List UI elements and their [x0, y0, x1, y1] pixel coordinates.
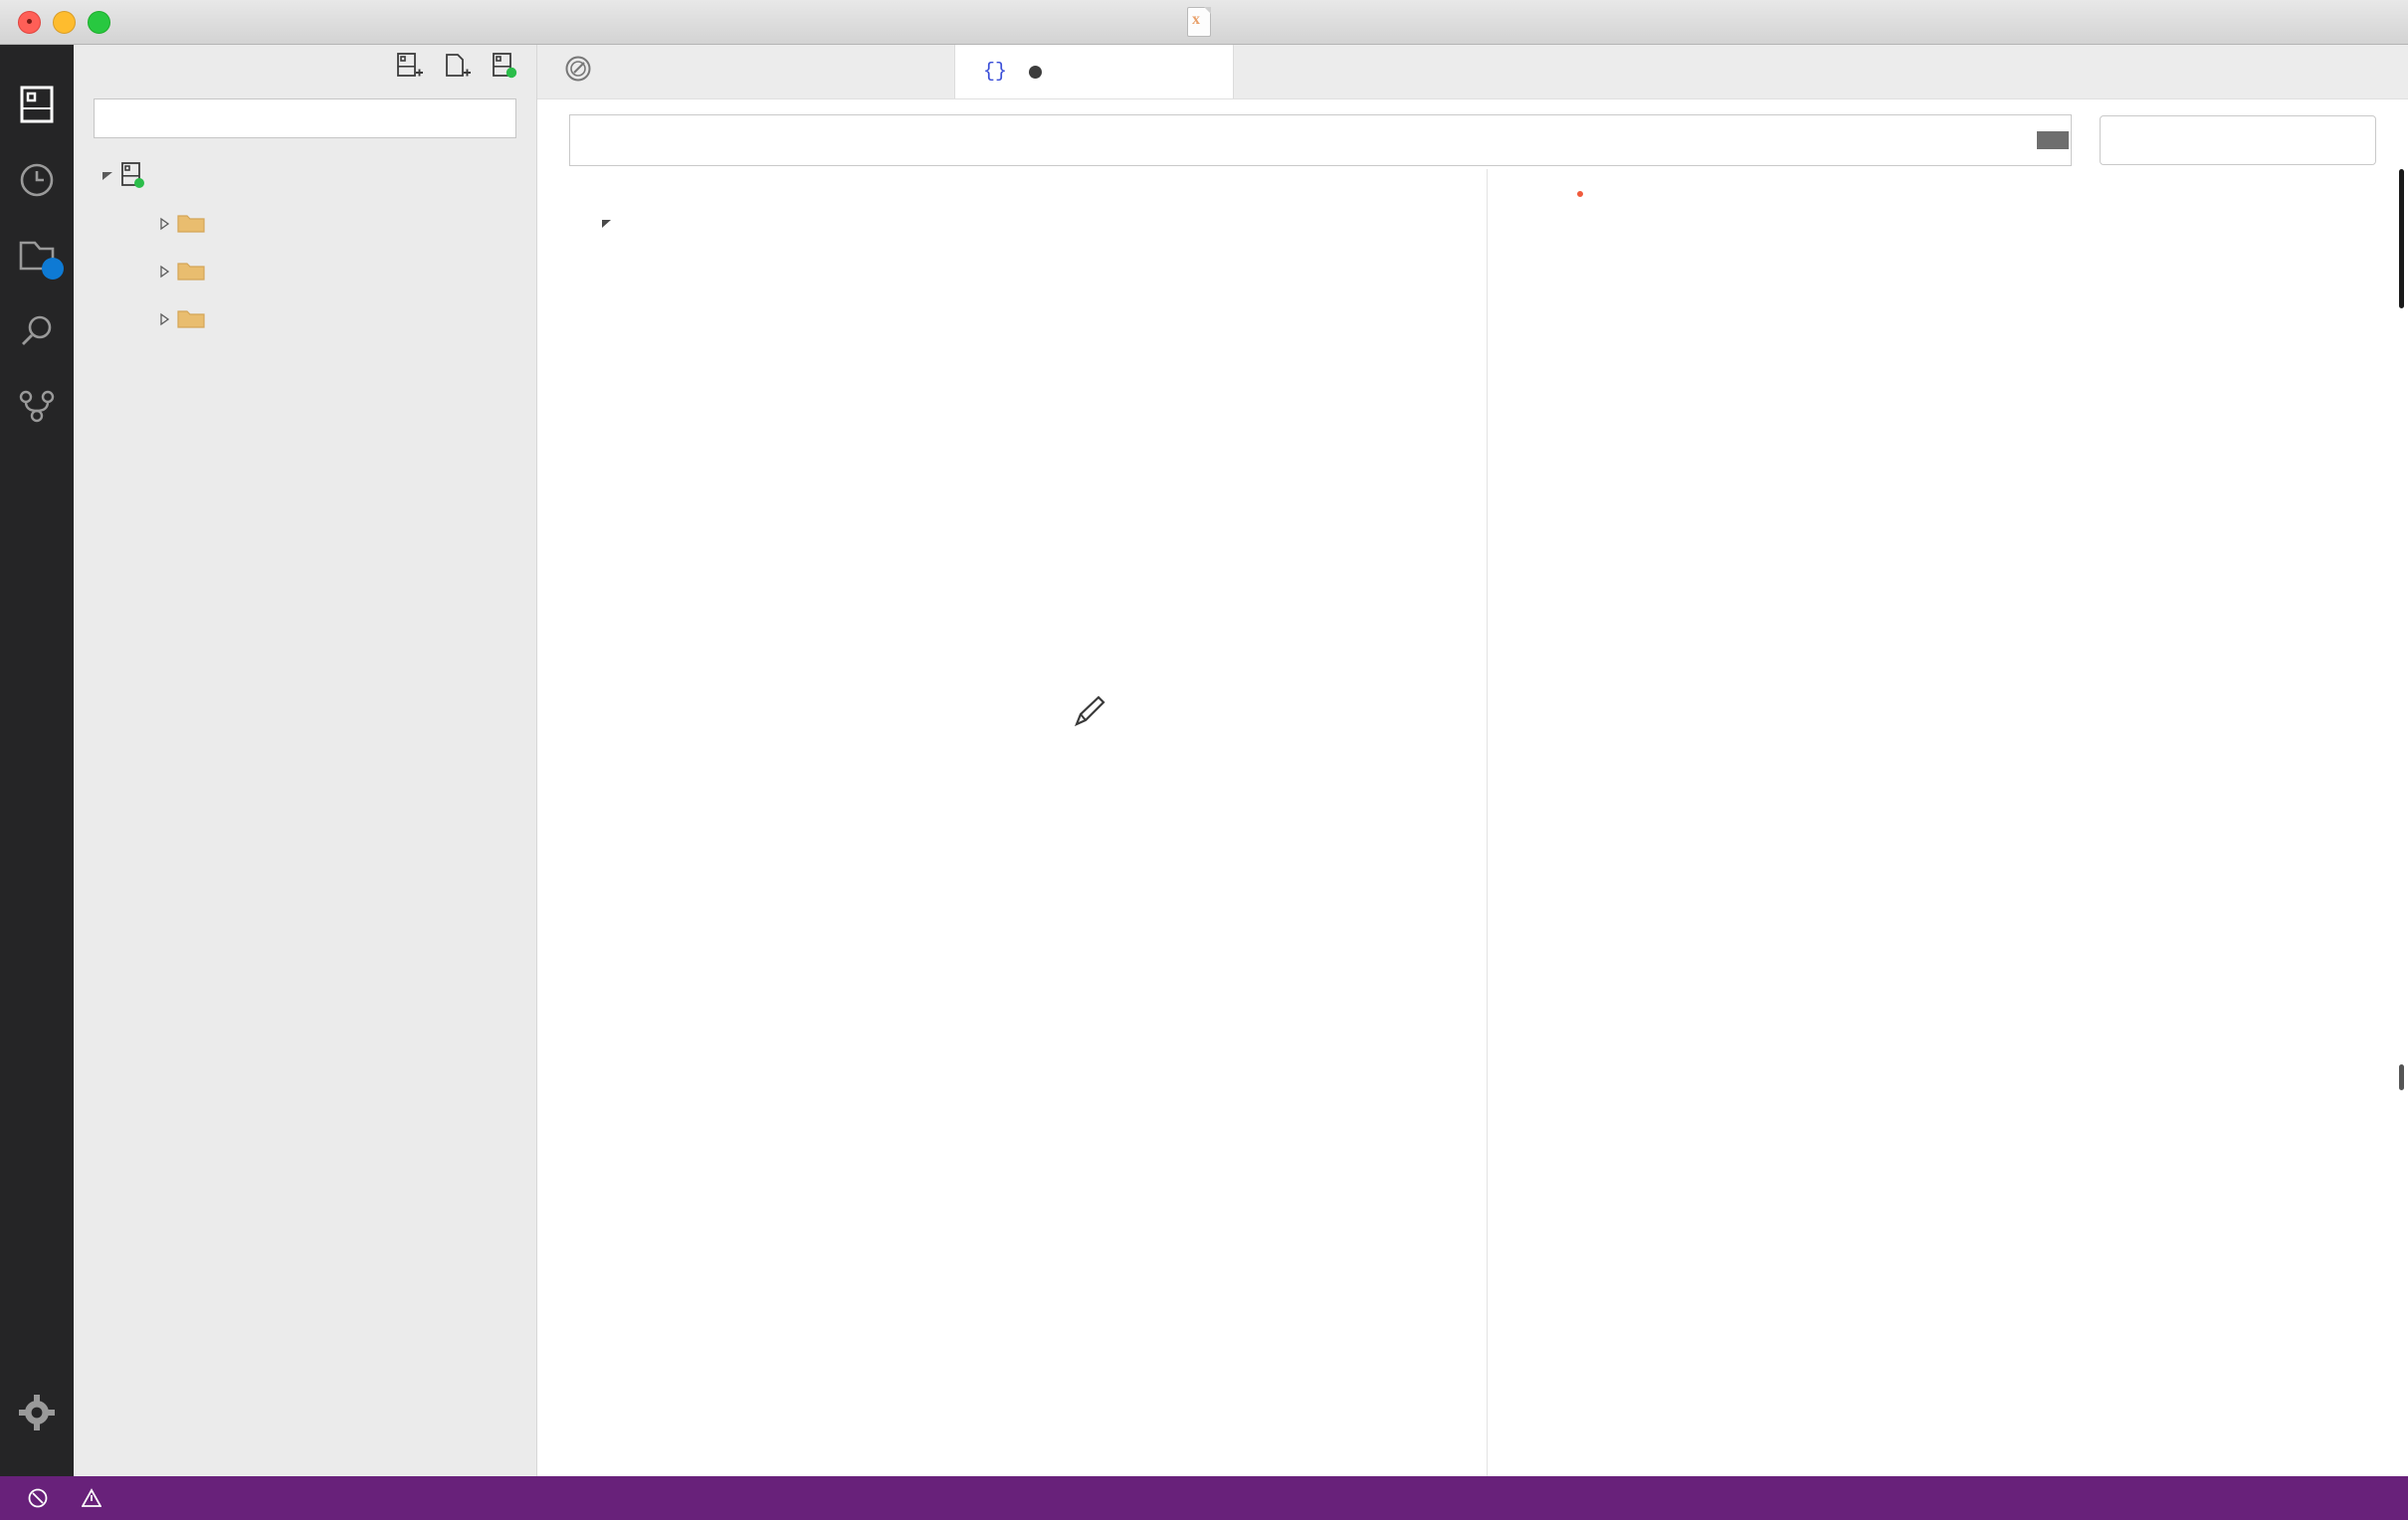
status-errors[interactable]	[20, 1488, 64, 1508]
add-connection-icon[interactable]	[397, 52, 423, 86]
warning-triangle-icon	[82, 1488, 101, 1507]
settings-matched-badge	[2037, 131, 2069, 149]
activity-item-servers[interactable]	[0, 67, 74, 142]
folder-icon	[177, 213, 211, 235]
new-query-icon[interactable]	[493, 52, 518, 86]
activity-bar	[0, 45, 74, 1476]
json-file-icon	[1187, 7, 1211, 37]
sidebar	[74, 45, 537, 1476]
editor-actions-more-icon[interactable]	[2352, 45, 2408, 98]
activity-item-search[interactable]	[0, 293, 74, 369]
settings-scope-dropdown[interactable]	[2100, 115, 2376, 165]
close-button[interactable]	[18, 10, 41, 34]
title-bar	[0, 0, 2408, 45]
line-number-gutter	[1488, 169, 1577, 1476]
settings-search-box[interactable]	[569, 114, 2072, 166]
json-braces-icon: {}	[983, 60, 1008, 84]
search-icon	[19, 313, 55, 349]
gear-icon	[19, 1395, 55, 1430]
app-window: {}	[0, 0, 2408, 1520]
tree-item-databases[interactable]	[74, 200, 536, 248]
add-server-group-icon[interactable]	[445, 53, 471, 86]
source-control-icon	[19, 390, 55, 424]
default-settings-code	[565, 230, 1487, 252]
default-settings-header	[565, 169, 1487, 185]
chevron-down-icon[interactable]	[96, 169, 121, 183]
status-left-group	[20, 1488, 117, 1508]
editor-panes	[537, 169, 2408, 1476]
status-warnings[interactable]	[74, 1488, 117, 1508]
status-bar	[0, 1476, 2408, 1520]
scrollbar-marker	[2399, 1064, 2404, 1090]
server-tree	[74, 138, 536, 343]
activity-item-manage[interactable]	[0, 1375, 74, 1450]
folder-icon	[177, 261, 211, 283]
default-settings-pane	[537, 169, 1487, 1476]
traffic-lights	[0, 10, 110, 34]
sidebar-actions	[397, 52, 518, 86]
dashboard-gauge-icon	[565, 56, 591, 88]
unsaved-indicator	[1029, 65, 1043, 79]
server-search-box[interactable]	[94, 98, 516, 138]
settings-group-dashboard[interactable]	[565, 185, 1487, 230]
highlight-annotation-box	[1576, 191, 1583, 197]
user-settings-code[interactable]	[1576, 169, 2408, 1476]
tab-bar: {}	[537, 45, 2408, 99]
tab-user-settings[interactable]: {}	[955, 45, 1234, 98]
window-title-group	[0, 0, 2408, 44]
scrollbar-thumb[interactable]	[2399, 169, 2404, 308]
server-connected-icon	[121, 162, 155, 190]
chevron-down-icon[interactable]	[601, 217, 614, 230]
user-settings-pane	[1486, 169, 2408, 1476]
chevron-right-icon[interactable]	[151, 312, 177, 326]
chevron-right-icon[interactable]	[151, 265, 177, 279]
zoom-button[interactable]	[88, 10, 110, 34]
folder-icon	[177, 308, 211, 330]
tree-item-security[interactable]	[74, 248, 536, 295]
editor-area: {}	[537, 45, 2408, 1476]
tree-item-server-objects[interactable]	[74, 295, 536, 343]
clock-icon	[19, 162, 55, 198]
minimize-button[interactable]	[53, 10, 76, 34]
activity-item-history[interactable]	[0, 142, 74, 218]
chevron-right-icon[interactable]	[151, 217, 177, 231]
explorer-badge	[42, 258, 64, 280]
activity-item-explorer[interactable]	[0, 218, 74, 293]
search-input[interactable]	[108, 106, 500, 130]
server-icon	[20, 86, 54, 123]
tab-localhost-tutorialdb[interactable]	[537, 45, 955, 98]
error-circle-icon	[28, 1488, 48, 1508]
sidebar-header	[74, 45, 536, 93]
edit-pencil-icon[interactable]	[1073, 694, 1106, 728]
main-area: {}	[0, 45, 2408, 1476]
tree-item-localhost[interactable]	[74, 152, 536, 200]
tab-bar-spacer	[1234, 45, 2352, 98]
settings-filter-row	[537, 99, 2408, 169]
activity-item-source-control[interactable]	[0, 369, 74, 445]
